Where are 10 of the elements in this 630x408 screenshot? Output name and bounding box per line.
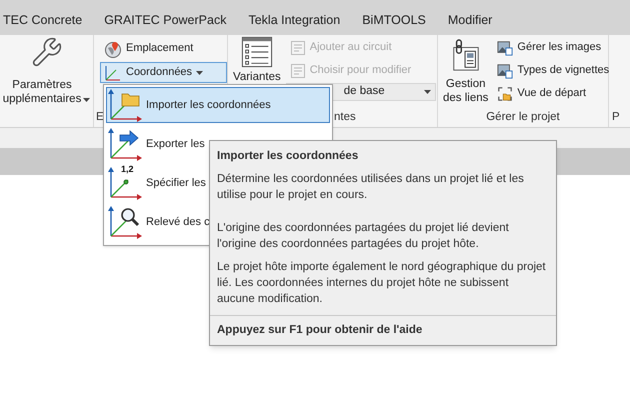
- tooltip-paragraph: Détermine les coordonnées utilisées dans un projet lié et les utilise pour le projet en cours.: [217, 172, 525, 203]
- panel-label: ntes: [334, 110, 356, 126]
- help-hint: Appuyez sur F1 pour obtenir de l'aide: [217, 324, 422, 336]
- icon-label: 1,2: [121, 164, 134, 174]
- panel-label: P: [612, 110, 620, 126]
- panel-label: Gérer le projet: [486, 110, 560, 126]
- panel-label: E: [96, 110, 104, 126]
- tooltip-paragraph: L'origine des coordonnées partagées du projet lié devient l'origine des coordonnées partagées du projet hôte.: [217, 221, 510, 252]
- tooltip-paragraph: Le projet hôte importe également le nord géographique du projet lié. Les coordonnées internes du projet hôte ne subissent aucune modification.: [217, 260, 547, 307]
- tooltip-title: Importer les coordonnées: [217, 149, 360, 164]
